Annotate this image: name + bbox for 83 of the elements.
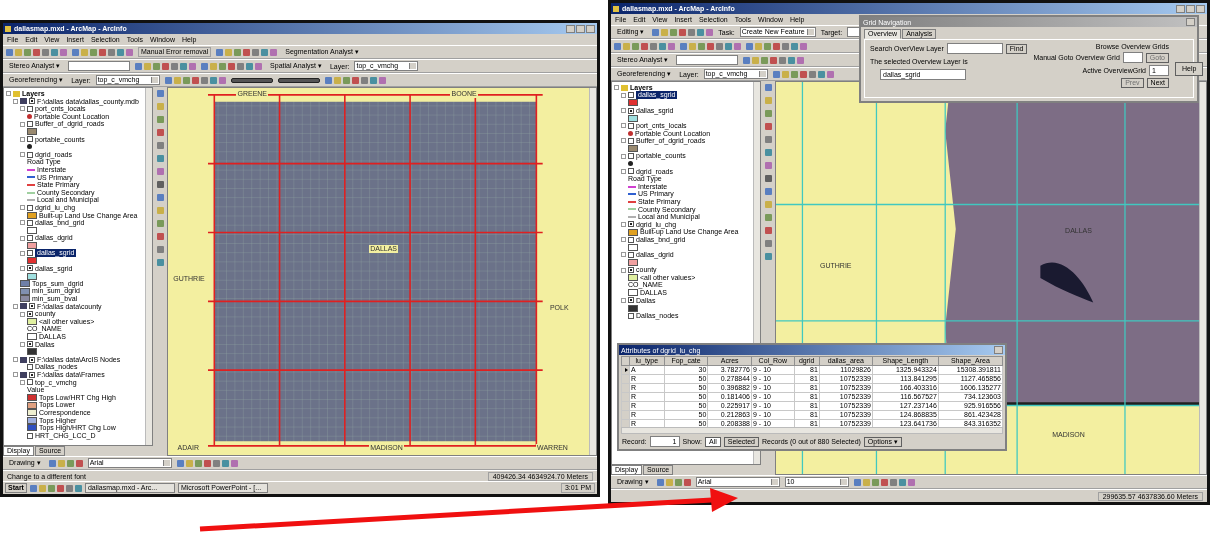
collapse-icon[interactable]: [621, 222, 626, 227]
collapse-icon[interactable]: [621, 108, 626, 114]
scrollbar[interactable]: [621, 427, 1003, 434]
layer-checkbox[interactable]: [628, 137, 634, 144]
current-row-icon: [625, 368, 628, 372]
collapse-icon[interactable]: [20, 265, 25, 271]
data-frame-icon: [20, 356, 27, 363]
data-frame-icon: [20, 98, 27, 105]
layer-checkbox[interactable]: [27, 219, 33, 226]
slider-track[interactable]: [277, 77, 320, 83]
caret-icon: [150, 77, 158, 83]
layer-checkbox[interactable]: [27, 151, 33, 158]
layer-checkbox[interactable]: [27, 136, 33, 143]
layer-checkbox[interactable]: [29, 371, 35, 378]
layer-checkbox[interactable]: [628, 297, 634, 304]
collapse-icon[interactable]: [20, 250, 25, 256]
collapse-icon[interactable]: [20, 136, 25, 142]
collapse-icon[interactable]: [621, 168, 626, 174]
input-field[interactable]: [68, 61, 131, 71]
data-frame-icon: [20, 371, 27, 378]
data-frame-icon: [20, 303, 27, 310]
maximize-icon[interactable]: [576, 24, 585, 33]
collapse-icon[interactable]: [13, 357, 18, 363]
collapse-icon[interactable]: [20, 235, 25, 241]
layer-checkbox[interactable]: [628, 251, 634, 258]
collapse-icon[interactable]: [621, 138, 626, 144]
layers-icon: [13, 90, 20, 97]
layer-checkbox[interactable]: [27, 341, 33, 348]
collapse-icon[interactable]: [20, 220, 25, 226]
input-field[interactable]: [1122, 52, 1143, 63]
layer-checkbox[interactable]: [27, 106, 33, 112]
minimize-icon[interactable]: [1176, 4, 1185, 13]
collapse-icon[interactable]: [621, 267, 626, 273]
scrollbar[interactable]: [1199, 82, 1206, 474]
layer-checkbox[interactable]: [27, 250, 33, 257]
caret-icon: [758, 71, 766, 77]
collapse-icon[interactable]: [20, 205, 25, 211]
layers-icon: [621, 84, 628, 91]
layer-checkbox[interactable]: [27, 379, 33, 386]
input-field[interactable]: [676, 55, 739, 65]
layer-checkbox[interactable]: [628, 267, 634, 274]
close-icon[interactable]: [994, 346, 1003, 354]
layer-checkbox[interactable]: [628, 92, 634, 99]
minimize-icon[interactable]: [566, 24, 575, 33]
layer-checkbox[interactable]: [628, 107, 634, 114]
layer-checkbox[interactable]: [628, 122, 634, 129]
scrollbar[interactable]: [589, 88, 596, 455]
collapse-icon[interactable]: [621, 153, 626, 159]
layer-checkbox[interactable]: [628, 312, 634, 319]
water-feature: [1040, 262, 1094, 303]
layer-checkbox[interactable]: [27, 235, 33, 242]
layer-checkbox[interactable]: [27, 204, 33, 211]
collapse-icon[interactable]: [621, 237, 626, 243]
layer-checkbox[interactable]: [27, 364, 33, 371]
caret-icon: [806, 29, 814, 35]
layer-checkbox[interactable]: [27, 265, 33, 272]
scrollbar[interactable]: [145, 88, 152, 445]
slider-track[interactable]: [230, 77, 273, 83]
collapse-icon[interactable]: [20, 121, 25, 127]
layer-checkbox[interactable]: [628, 236, 634, 243]
app-icon: [5, 25, 11, 32]
collapse-icon[interactable]: [621, 252, 626, 258]
layer-checkbox[interactable]: [628, 153, 634, 160]
collapse-icon[interactable]: [20, 341, 25, 347]
layer-checkbox[interactable]: [628, 168, 634, 175]
collapse-icon[interactable]: [621, 297, 626, 303]
close-icon[interactable]: [586, 24, 595, 33]
layer-checkbox[interactable]: [27, 432, 33, 439]
layer-checkbox[interactable]: [27, 121, 33, 128]
caret-icon: [770, 479, 778, 485]
layer-checkbox[interactable]: [27, 311, 33, 317]
layer-checkbox[interactable]: [628, 221, 634, 228]
caret-icon: [839, 479, 847, 485]
layer-checkbox[interactable]: [29, 303, 35, 310]
collapse-icon[interactable]: [20, 152, 25, 158]
collapse-icon[interactable]: [621, 123, 626, 129]
maximize-icon[interactable]: [1186, 4, 1195, 13]
layer-checkbox[interactable]: [29, 98, 35, 105]
caret-icon: [162, 460, 170, 466]
input-field[interactable]: [946, 43, 1003, 54]
layer-checkbox[interactable]: [29, 356, 35, 363]
caret-icon: [409, 63, 417, 69]
app-icon: [613, 5, 619, 12]
